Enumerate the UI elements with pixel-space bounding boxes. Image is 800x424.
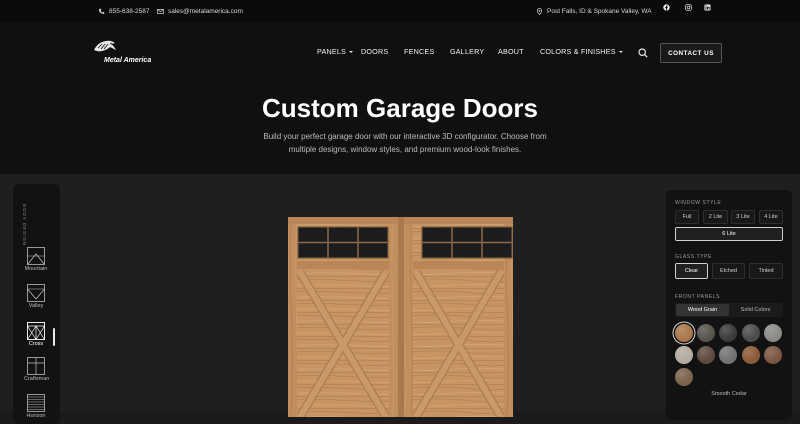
cross-design-icon xyxy=(27,322,45,340)
email-link[interactable]: sales@metalamerica.com xyxy=(157,0,243,22)
glass-etched-button[interactable]: Etched xyxy=(712,263,745,279)
selected-finish-name: Smooth Cedar xyxy=(711,391,747,397)
glass-tinted-button[interactable]: Tinted xyxy=(749,263,783,279)
swatch-3[interactable] xyxy=(719,324,737,342)
design-valley[interactable]: Valley xyxy=(24,284,48,309)
options-panel: WINDOW STYLE Full 2 Lite 3 Lite 4 Lite 6… xyxy=(666,190,792,420)
nav-gallery-label: GALLERY xyxy=(450,47,485,56)
nav-panels[interactable]: PANELS xyxy=(317,47,354,56)
body-design-label: BODY DESIGN xyxy=(22,204,27,247)
garage-door-preview[interactable] xyxy=(288,217,513,417)
phone-icon xyxy=(99,8,105,14)
window-full-button[interactable]: Full xyxy=(675,210,699,224)
contact-us-button[interactable]: CONTACT US xyxy=(660,43,722,63)
nav-fences[interactable]: FENCES xyxy=(404,47,434,56)
swatch-10[interactable] xyxy=(764,346,782,364)
swatch-7[interactable] xyxy=(697,346,715,364)
configurator: BODY DESIGN Mountain Valley Cross Crafts… xyxy=(0,174,800,424)
nav-gallery[interactable]: GALLERY xyxy=(450,47,484,56)
swatch-9[interactable] xyxy=(742,346,760,364)
design-horizon-label: Horizon xyxy=(26,413,46,419)
chevron-down-icon xyxy=(349,50,354,53)
valley-design-icon xyxy=(27,284,45,302)
design-cross-label: Cross xyxy=(28,341,44,347)
facebook-icon[interactable] xyxy=(663,4,670,11)
window-style-title: WINDOW STYLE xyxy=(675,200,722,206)
linkedin-icon[interactable] xyxy=(704,4,711,11)
email-address: sales@metalamerica.com xyxy=(168,7,243,15)
tab-wood-grain[interactable]: Wood Grain xyxy=(676,304,729,316)
window-3-lite-button[interactable]: 3 Lite xyxy=(731,210,755,224)
location: Post Falls, ID & Spokane Valley, WA xyxy=(536,0,652,22)
scrollbar[interactable] xyxy=(53,328,55,346)
page-title: Custom Garage Doors xyxy=(262,93,538,123)
tab-solid-colors[interactable]: Solid Colors xyxy=(729,304,782,316)
design-valley-label: Valley xyxy=(28,303,44,309)
nav-fences-label: FENCES xyxy=(404,47,435,56)
design-mountain-label: Mountain xyxy=(24,266,48,272)
window-6-lite-button[interactable]: 6 Lite xyxy=(675,227,783,241)
glass-clear-button[interactable]: Clear xyxy=(675,263,708,279)
nav-about-label: ABOUT xyxy=(498,47,524,56)
swatch-4[interactable] xyxy=(742,324,760,342)
design-mountain[interactable]: Mountain xyxy=(24,247,48,272)
nav-colors-finishes[interactable]: COLORS & FINISHES xyxy=(540,47,623,56)
page-subtitle: Build your perfect garage door with our … xyxy=(263,132,547,154)
logo[interactable]: Metal America xyxy=(92,40,162,68)
swatch-5[interactable] xyxy=(764,324,782,342)
phone-number: 855-638-2587 xyxy=(109,7,150,15)
craftsman-design-icon xyxy=(27,357,45,375)
design-cross[interactable]: Cross xyxy=(24,322,48,347)
phone-link[interactable]: 855-638-2587 xyxy=(98,0,149,22)
map-pin-icon xyxy=(536,7,543,15)
swatch-2[interactable] xyxy=(697,324,715,342)
site-header: Metal America PANELS DOORS FENCES GALLER… xyxy=(0,22,800,174)
glass-type-title: GLASS TYPE xyxy=(675,254,713,260)
design-craftsman-label: Craftsman xyxy=(24,376,50,382)
nav-colors-label: COLORS & FINISHES xyxy=(540,47,616,56)
window-4-lite-button[interactable]: 4 Lite xyxy=(759,210,783,224)
swatch-8[interactable] xyxy=(719,346,737,364)
nav-about[interactable]: ABOUT xyxy=(498,47,524,56)
nav-doors-label: DOORS xyxy=(361,47,389,56)
design-horizon[interactable]: Horizon xyxy=(24,394,48,419)
nav-doors[interactable]: DOORS xyxy=(361,47,388,56)
search-icon[interactable] xyxy=(638,48,648,58)
mountain-design-icon xyxy=(27,247,45,265)
location-text: Post Falls, ID & Spokane Valley, WA xyxy=(547,7,652,15)
front-panels-title: FRONT PANELS xyxy=(675,294,721,300)
design-craftsman[interactable]: Craftsman xyxy=(24,357,50,382)
top-bar: 855-638-2587 sales@metalamerica.com Post… xyxy=(0,0,800,22)
nav-panels-label: PANELS xyxy=(317,47,347,56)
logo-text: Metal America xyxy=(104,57,152,64)
swatch-1[interactable] xyxy=(675,324,693,342)
window-2-lite-button[interactable]: 2 Lite xyxy=(703,210,728,224)
swatch-6[interactable] xyxy=(675,346,693,364)
eagle-logo-icon xyxy=(94,40,116,52)
swatch-11[interactable] xyxy=(675,368,693,386)
body-design-panel: BODY DESIGN Mountain Valley Cross Crafts… xyxy=(13,184,60,424)
horizon-design-icon xyxy=(27,394,45,412)
instagram-icon[interactable] xyxy=(685,4,692,11)
chevron-down-icon xyxy=(618,50,623,53)
mail-icon xyxy=(157,8,164,14)
